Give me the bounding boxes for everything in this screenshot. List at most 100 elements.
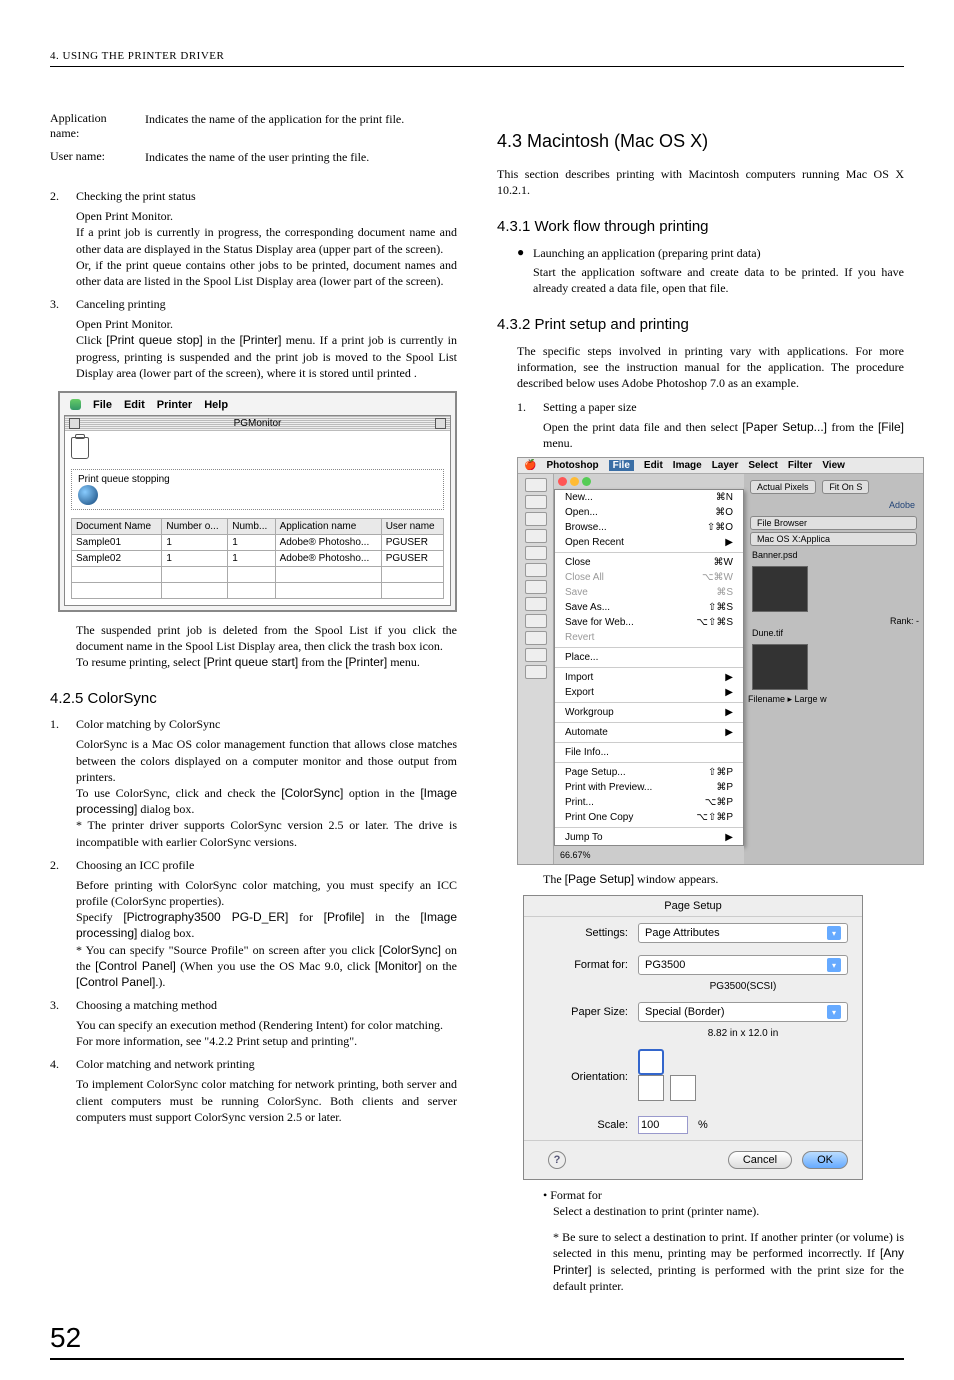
menu-file[interactable]: File (609, 460, 634, 471)
ok-button[interactable]: OK (802, 1151, 848, 1169)
menu-photoshop[interactable]: Photoshop (546, 460, 598, 471)
menu-item[interactable]: File Info... (555, 745, 743, 760)
item-text: Or, if the print queue contains other jo… (76, 257, 457, 289)
note-text: * Be sure to select a destination to pri… (553, 1229, 904, 1294)
file-browser-tab[interactable]: File Browser (750, 516, 917, 530)
format-select[interactable]: PG3500▾ (638, 955, 848, 975)
menu-item[interactable]: Workgroup▶ (555, 705, 743, 720)
menu-item[interactable]: Print One Copy⌥⇧⌘P (555, 810, 743, 825)
menu-item[interactable]: Close⌘W (555, 555, 743, 570)
pgmonitor-screenshot: File Edit Printer Help PGMonitor Print q… (58, 391, 457, 612)
menu-select[interactable]: Select (748, 460, 777, 471)
tool-icon[interactable] (525, 546, 547, 560)
menu-item[interactable]: Page Setup...⇧⌘P (555, 765, 743, 780)
close-icon[interactable] (558, 477, 567, 486)
menu-layer[interactable]: Layer (712, 460, 739, 471)
def-desc: Indicates the name of the application fo… (145, 107, 412, 145)
fit-on-screen-button[interactable]: Fit On S (822, 480, 869, 494)
menu-item[interactable]: Browse...⇧⌘O (555, 520, 743, 535)
menubar: File Edit Printer Help (64, 397, 451, 413)
file-label: Banner.psd (748, 548, 919, 562)
toolbox (518, 474, 554, 864)
col-doc: Document Name (72, 518, 162, 534)
page-number: 52 (50, 1322, 904, 1354)
tool-icon[interactable] (525, 478, 547, 492)
tool-icon[interactable] (525, 597, 547, 611)
scale-input[interactable] (638, 1116, 688, 1134)
tool-icon[interactable] (525, 512, 547, 526)
menu-item[interactable]: Print...⌥⌘P (555, 795, 743, 810)
help-button[interactable]: ? (548, 1151, 566, 1169)
orientation-portrait-icon[interactable] (638, 1049, 664, 1075)
thumbnail[interactable] (752, 644, 808, 690)
item-text: If a print job is currently in progress,… (76, 224, 457, 256)
item-title: Checking the print status (76, 189, 457, 204)
table-row[interactable]: Sample0211Adobe® Photosho...PGUSER (72, 550, 444, 566)
menu-item[interactable]: Import▶ (555, 670, 743, 685)
table-row[interactable]: Sample0111Adobe® Photosho...PGUSER (72, 534, 444, 550)
col-numb: Numb... (228, 518, 275, 534)
format-subtitle: PG3500(SCSI) (524, 981, 862, 996)
menu-image[interactable]: Image (673, 460, 702, 471)
menu-item[interactable]: Save for Web...⌥⇧⌘S (555, 615, 743, 630)
thumbnail[interactable] (752, 566, 808, 612)
def-desc: Indicates the name of the user printing … (145, 145, 412, 169)
orientation-label: Orientation: (538, 1071, 628, 1083)
path-label: Mac OS X:Applica (750, 532, 917, 546)
zoom-icon[interactable] (582, 477, 591, 486)
menu-item[interactable]: Help (204, 399, 228, 411)
menu-item[interactable]: Revert (555, 630, 743, 645)
settings-select[interactable]: Page Attributes▾ (638, 923, 848, 943)
menu-item[interactable]: Open...⌘O (555, 505, 743, 520)
menu-item[interactable]: Jump To▶ (555, 830, 743, 845)
tool-icon[interactable] (525, 648, 547, 662)
tool-icon[interactable] (525, 495, 547, 509)
format-label: Format for: (538, 959, 628, 971)
menu-filter[interactable]: Filter (788, 460, 812, 471)
col-app: Application name (275, 518, 381, 534)
tool-icon[interactable] (525, 580, 547, 594)
file-menu-open: New...⌘NOpen...⌘OBrowse...⇧⌘OOpen Recent… (554, 489, 744, 846)
zoom-level: 66.67% (560, 850, 591, 860)
right-column: 4.3 Macintosh (Mac OS X) This section de… (497, 107, 904, 1294)
settings-label: Settings: (538, 927, 628, 939)
menu-item[interactable]: Print with Preview...⌘P (555, 780, 743, 795)
tool-icon[interactable] (525, 631, 547, 645)
menu-item[interactable]: File (93, 399, 112, 411)
left-column: Application name: Indicates the name of … (50, 107, 457, 1294)
menu-view[interactable]: View (822, 460, 845, 471)
col-numo: Number o... (162, 518, 228, 534)
menu-item[interactable]: Edit (124, 399, 145, 411)
close-box-icon[interactable] (69, 418, 80, 429)
menu-edit[interactable]: Edit (644, 460, 663, 471)
menu-item[interactable]: Place... (555, 650, 743, 665)
menu-item[interactable]: Printer (157, 399, 192, 411)
adobe-label: Adobe (748, 496, 919, 514)
menu-item[interactable]: Automate▶ (555, 725, 743, 740)
trash-icon[interactable] (71, 437, 89, 459)
menu-item[interactable]: Save⌘S (555, 585, 743, 600)
status-text: Print queue stopping (78, 474, 170, 485)
scale-unit: % (698, 1119, 708, 1131)
menu-item[interactable]: New...⌘N (555, 490, 743, 505)
tool-icon[interactable] (525, 529, 547, 543)
item-text: Click [Print queue stop] in the [Printer… (76, 332, 457, 381)
menu-item[interactable]: Save As...⇧⌘S (555, 600, 743, 615)
footer-rule (50, 1358, 904, 1360)
cancel-button[interactable]: Cancel (728, 1151, 792, 1169)
minimize-icon[interactable] (570, 477, 579, 486)
tool-icon[interactable] (525, 665, 547, 679)
orientation-landscape-icon[interactable] (638, 1075, 664, 1101)
menu-item[interactable]: Open Recent▶ (555, 535, 743, 550)
globe-icon (78, 485, 98, 505)
paper-label: Paper Size: (538, 1006, 628, 1018)
paper-select[interactable]: Special (Border)▾ (638, 1002, 848, 1022)
zoom-box-icon[interactable] (435, 418, 446, 429)
menu-item[interactable]: Close All⌥⌘W (555, 570, 743, 585)
tool-icon[interactable] (525, 563, 547, 577)
actual-pixels-button[interactable]: Actual Pixels (750, 480, 816, 494)
tool-icon[interactable] (525, 614, 547, 628)
orientation-landscape-rev-icon[interactable] (670, 1075, 696, 1101)
chevron-down-icon: ▾ (827, 1005, 841, 1019)
menu-item[interactable]: Export▶ (555, 685, 743, 700)
